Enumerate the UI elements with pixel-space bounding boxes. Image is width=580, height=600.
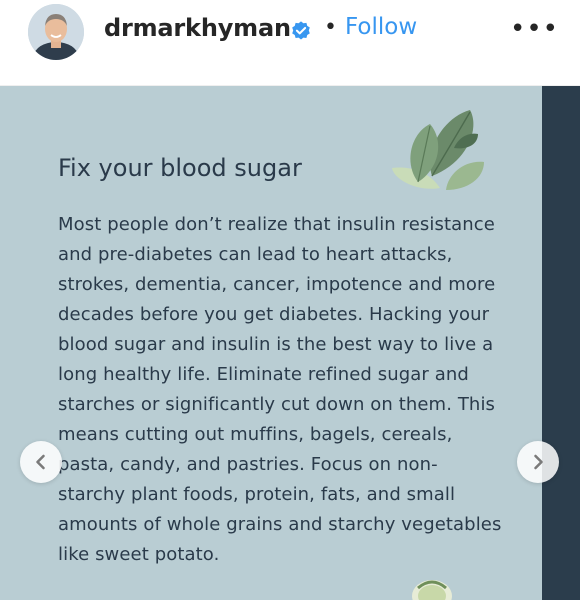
verified-badge-icon (292, 21, 310, 40)
post-header: drmarkhyman • Follow ••• (0, 0, 580, 86)
header-separator: • (324, 15, 337, 40)
profile-photo-icon (28, 4, 84, 60)
username-link[interactable]: drmarkhyman (104, 14, 291, 42)
post-image: Fix your blood sugar Most people don’t r… (0, 86, 580, 600)
post-title: Fix your blood sugar (58, 154, 302, 182)
vegetable-icon (412, 580, 452, 600)
next-slide-button[interactable] (517, 441, 559, 483)
chevron-right-icon (534, 454, 543, 470)
next-slide-preview (542, 86, 580, 600)
post-body-text: Most people don’t realize that insulin r… (58, 214, 502, 565)
previous-slide-button[interactable] (20, 441, 62, 483)
follow-button[interactable]: Follow (345, 14, 417, 40)
more-options-button[interactable]: ••• (510, 16, 559, 42)
leafy-greens-icon (392, 110, 484, 190)
chevron-left-icon (36, 454, 45, 470)
avatar[interactable] (28, 4, 84, 60)
